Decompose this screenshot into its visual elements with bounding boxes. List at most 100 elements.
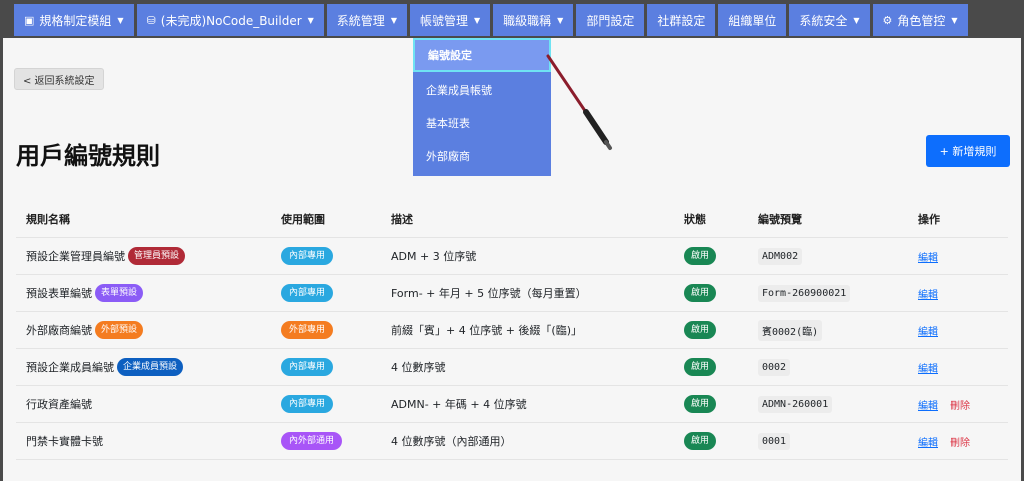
database-icon: ⛁ [146, 13, 156, 27]
description-cell: ADM + 3 位序號 [391, 250, 477, 263]
rules-table: 規則名稱 使用範圍 描述 狀態 編號預覽 操作 預設企業管理員編號 管理員預設 內部… [16, 200, 1008, 460]
scope-badge: 外部專用 [281, 321, 334, 339]
status-cell: 啟用 [684, 284, 758, 302]
nav-label: 帳號管理 [419, 13, 468, 28]
edit-link[interactable]: 編輯 [918, 323, 938, 338]
nav-community-settings[interactable]: 社群設定 [647, 4, 716, 36]
status-cell: 啟用 [684, 247, 758, 265]
menu-item-basic-schedule[interactable]: 基本班表 [413, 106, 551, 139]
nav-label: 規格制定模組 [39, 13, 112, 28]
rule-name-cell: 預設企業管理員編號 管理員預設 [16, 247, 281, 265]
status-cell: 啟用 [684, 358, 758, 376]
table-row: 外部廠商編號 外部預設 外部專用 前綴「賓」+ 4 位序號 + 後綴「(臨)」 啟用 賓0… [16, 312, 1008, 349]
actions-cell: 編輯 [918, 249, 1008, 264]
nav-system-security[interactable]: 系統安全 ▼ [789, 4, 870, 36]
rule-name: 門禁卡實體卡號 [26, 435, 103, 448]
number-preview: 賓0002(臨) [758, 319, 823, 341]
nav-spec-module[interactable]: ▣ 規格制定模組 ▼ [14, 4, 134, 36]
table-body: 預設企業管理員編號 管理員預設 內部專用 ADM + 3 位序號 啟用 ADM002 編輯預… [16, 238, 1008, 460]
number-preview: 0002 [758, 358, 791, 376]
edit-link[interactable]: 編輯 [918, 397, 938, 412]
nav-role-control[interactable]: ⚙ 角色管控 ▼ [872, 4, 968, 36]
nav-label: 部門設定 [586, 13, 635, 28]
number-preview: ADM002 [758, 247, 803, 265]
description-cell: 前綴「賓」+ 4 位序號 + 後綴「(臨)」 [391, 324, 583, 337]
actions-cell: 編輯 刪除 [918, 397, 1008, 412]
nav-label: 角色管控 [897, 13, 946, 28]
status-badge: 啟用 [684, 284, 717, 302]
nav-label: 系統安全 [799, 13, 848, 28]
nav-system-management[interactable]: 系統管理 ▼ [326, 4, 407, 36]
number-preview: Form-260900021 [758, 284, 851, 302]
edit-link[interactable]: 編輯 [918, 360, 938, 375]
table-row: 行政資產編號 內部專用 ADMN- + 年碼 + 4 位序號 啟用 ADMN-26000… [16, 386, 1008, 423]
nav-org-units[interactable]: 組織單位 [718, 4, 787, 36]
scope-badge: 內部專用 [281, 395, 334, 413]
table-row: 預設企業管理員編號 管理員預設 內部專用 ADM + 3 位序號 啟用 ADM002 編輯 [16, 238, 1008, 275]
default-tag-badge: 企業成員預設 [117, 358, 184, 376]
nav-account-management[interactable]: 帳號管理 ▼ [409, 4, 491, 36]
delete-link[interactable]: 刪除 [950, 397, 970, 412]
top-navbar: ▣ 規格制定模組 ▼ ⛁ (未完成)NoCode_Builder ▼ 系統管理 … [0, 0, 1024, 38]
status-badge: 啟用 [684, 321, 717, 339]
user-gear-icon: ⚙ [882, 13, 893, 27]
rule-name: 行政資產編號 [26, 398, 92, 411]
description-cell: Form- + 年月 + 5 位序號（每月重置） [391, 287, 587, 300]
table-row: 預設表單編號 表單預設 內部專用 Form- + 年月 + 5 位序號（每月重置） 啟用… [16, 275, 1008, 312]
back-button[interactable]: < 返回系統設定 [14, 68, 104, 90]
scope-badge: 內部專用 [281, 358, 334, 376]
preview-cell: 賓0002(臨) [758, 319, 918, 341]
column-header: 操作 [918, 212, 940, 226]
default-tag-badge: 管理員預設 [128, 247, 186, 265]
status-badge: 啟用 [684, 358, 717, 376]
preview-cell: Form-260900021 [758, 284, 918, 302]
description-cell: 4 位數序號（內部通用） [391, 435, 512, 448]
nav-job-titles[interactable]: 職級職稱 ▼ [493, 4, 574, 36]
chevron-down-icon: ▼ [853, 15, 860, 25]
scope-cell: 內部專用 [281, 247, 391, 265]
scope-badge: 內部專用 [281, 284, 334, 302]
menu-item-numbering-settings[interactable]: 編號設定 [413, 38, 551, 72]
chevron-down-icon: ▼ [307, 15, 314, 25]
preview-cell: 0002 [758, 358, 918, 376]
nav-label: 社群設定 [657, 13, 706, 28]
delete-link[interactable]: 刪除 [950, 434, 970, 449]
preview-cell: ADMN-260001 [758, 395, 918, 413]
status-badge: 啟用 [684, 247, 717, 265]
edit-link[interactable]: 編輯 [918, 249, 938, 264]
edit-link[interactable]: 編輯 [918, 286, 938, 301]
nav-label: 職級職稱 [503, 13, 552, 28]
default-tag-badge: 外部預設 [95, 321, 144, 339]
edit-link[interactable]: 編輯 [918, 434, 938, 449]
chevron-down-icon: ▼ [117, 15, 124, 25]
table-header: 規則名稱 使用範圍 描述 狀態 編號預覽 操作 [16, 200, 1008, 238]
rule-name: 外部廠商編號 [26, 324, 92, 337]
scope-badge: 內部專用 [281, 247, 334, 265]
number-preview: 0001 [758, 432, 791, 450]
column-header: 狀態 [684, 212, 706, 226]
column-header: 規則名稱 [26, 212, 70, 226]
column-header: 編號預覽 [758, 212, 802, 226]
chevron-down-icon: ▼ [473, 15, 481, 25]
nav-label: (未完成)NoCode_Builder [160, 13, 302, 28]
description-cell: ADMN- + 年碼 + 4 位序號 [391, 398, 527, 411]
status-badge: 啟用 [684, 432, 717, 450]
description-cell: 4 位數序號 [391, 361, 446, 374]
scope-badge: 內外部通用 [281, 432, 343, 450]
nav-label: 組織單位 [728, 13, 777, 28]
scope-cell: 內部專用 [281, 395, 391, 413]
table-row: 門禁卡實體卡號 內外部通用 4 位數序號（內部通用） 啟用 0001 編輯 刪除 [16, 423, 1008, 460]
preview-cell: 0001 [758, 432, 918, 450]
nav-label: 系統管理 [336, 13, 385, 28]
scope-cell: 外部專用 [281, 321, 391, 339]
add-rule-button[interactable]: + 新增規則 [926, 135, 1010, 167]
number-preview: ADMN-260001 [758, 395, 833, 413]
rule-name: 預設企業成員編號 [26, 361, 114, 374]
main-nav: ▣ 規格制定模組 ▼ ⛁ (未完成)NoCode_Builder ▼ 系統管理 … [14, 4, 968, 36]
nav-department-settings[interactable]: 部門設定 [576, 4, 645, 36]
menu-item-enterprise-accounts[interactable]: 企業成員帳號 [413, 73, 551, 106]
actions-cell: 編輯 [918, 360, 1008, 375]
nav-nocode-builder[interactable]: ⛁ (未完成)NoCode_Builder ▼ [136, 4, 324, 36]
rule-name-cell: 門禁卡實體卡號 [16, 433, 281, 449]
menu-item-external-vendors[interactable]: 外部廠商 [413, 139, 551, 172]
